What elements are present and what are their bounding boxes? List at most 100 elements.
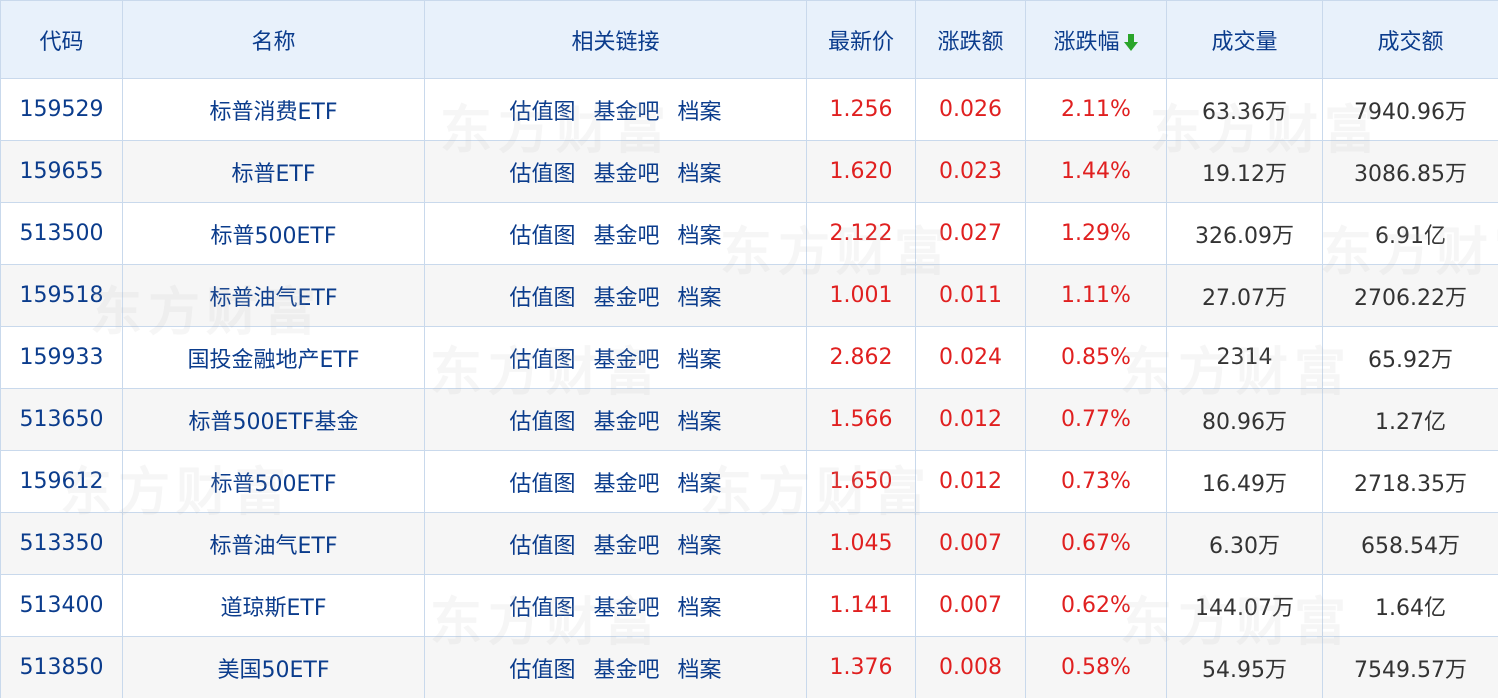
change-percent: 0.67% xyxy=(1025,512,1167,575)
trade-volume: 27.07万 xyxy=(1166,264,1323,327)
price-change: 0.008 xyxy=(915,636,1026,698)
fund-code-link[interactable]: 513350 xyxy=(0,512,123,575)
fund-code-link[interactable]: 513850 xyxy=(0,636,123,698)
fund-profile-link[interactable]: 档案 xyxy=(678,280,722,312)
fund-code-link[interactable]: 159612 xyxy=(0,450,123,513)
related-links: 估值图 基金吧 档案 xyxy=(424,636,807,698)
header-pct[interactable]: 涨跌幅 xyxy=(1025,0,1167,79)
valuation-chart-link[interactable]: 估值图 xyxy=(509,156,575,188)
change-percent: 0.62% xyxy=(1025,574,1167,637)
fund-forum-link[interactable]: 基金吧 xyxy=(593,528,659,560)
valuation-chart-link[interactable]: 估值图 xyxy=(509,466,575,498)
fund-profile-link[interactable]: 档案 xyxy=(678,652,722,684)
trade-amount: 658.54万 xyxy=(1322,512,1498,575)
price-change: 0.027 xyxy=(915,202,1026,265)
valuation-chart-link[interactable]: 估值图 xyxy=(509,342,575,374)
price-change: 0.007 xyxy=(915,512,1026,575)
header-volume[interactable]: 成交量 xyxy=(1166,0,1323,79)
table-row[interactable]: 513400 道琼斯ETF 估值图 基金吧 档案 1.141 0.007 0.62% 144.0… xyxy=(0,574,1498,637)
header-name[interactable]: 名称 xyxy=(122,0,425,79)
valuation-chart-link[interactable]: 估值图 xyxy=(509,590,575,622)
arrow-down-icon xyxy=(1123,33,1138,51)
fund-profile-link[interactable]: 档案 xyxy=(678,94,722,126)
related-links: 估值图 基金吧 档案 xyxy=(424,512,807,575)
fund-forum-link[interactable]: 基金吧 xyxy=(593,218,659,250)
table-row[interactable]: 159655 标普ETF 估值图 基金吧 档案 1.620 0.023 1.44% 19.12万… xyxy=(0,140,1498,203)
fund-forum-link[interactable]: 基金吧 xyxy=(593,590,659,622)
related-links: 估值图 基金吧 档案 xyxy=(424,140,807,203)
trade-amount: 7940.96万 xyxy=(1322,78,1498,141)
fund-profile-link[interactable]: 档案 xyxy=(678,342,722,374)
fund-forum-link[interactable]: 基金吧 xyxy=(593,156,659,188)
related-links: 估值图 基金吧 档案 xyxy=(424,388,807,451)
valuation-chart-link[interactable]: 估值图 xyxy=(509,652,575,684)
table-body: 159529 标普消费ETF 估值图 基金吧 档案 1.256 0.026 2.11% 63.3… xyxy=(0,78,1498,698)
valuation-chart-link[interactable]: 估值图 xyxy=(509,528,575,560)
table-row[interactable]: 159933 国投金融地产ETF 估值图 基金吧 档案 2.862 0.024 0.85% 23… xyxy=(0,326,1498,389)
fund-forum-link[interactable]: 基金吧 xyxy=(593,652,659,684)
trade-amount: 2718.35万 xyxy=(1322,450,1498,513)
fund-forum-link[interactable]: 基金吧 xyxy=(593,280,659,312)
related-links: 估值图 基金吧 档案 xyxy=(424,202,807,265)
fund-code-link[interactable]: 513500 xyxy=(0,202,123,265)
latest-price: 2.122 xyxy=(806,202,916,265)
table-row[interactable]: 513500 标普500ETF 估值图 基金吧 档案 2.122 0.027 1.29% 326… xyxy=(0,202,1498,265)
fund-profile-link[interactable]: 档案 xyxy=(678,466,722,498)
fund-code-link[interactable]: 513400 xyxy=(0,574,123,637)
fund-name-link[interactable]: 标普油气ETF xyxy=(122,264,425,327)
latest-price: 1.141 xyxy=(806,574,916,637)
latest-price: 1.256 xyxy=(806,78,916,141)
fund-code-link[interactable]: 159655 xyxy=(0,140,123,203)
latest-price: 1.620 xyxy=(806,140,916,203)
header-price[interactable]: 最新价 xyxy=(806,0,916,79)
change-percent: 0.58% xyxy=(1025,636,1167,698)
table-row[interactable]: 513350 标普油气ETF 估值图 基金吧 档案 1.045 0.007 0.67% 6.30… xyxy=(0,512,1498,575)
valuation-chart-link[interactable]: 估值图 xyxy=(509,280,575,312)
related-links: 估值图 基金吧 档案 xyxy=(424,264,807,327)
header-change[interactable]: 涨跌额 xyxy=(915,0,1026,79)
table-row[interactable]: 159518 标普油气ETF 估值图 基金吧 档案 1.001 0.011 1.11% 27.0… xyxy=(0,264,1498,327)
fund-name-link[interactable]: 标普500ETF xyxy=(122,450,425,513)
fund-name-link[interactable]: 标普500ETF基金 xyxy=(122,388,425,451)
fund-profile-link[interactable]: 档案 xyxy=(678,404,722,436)
related-links: 估值图 基金吧 档案 xyxy=(424,326,807,389)
related-links: 估值图 基金吧 档案 xyxy=(424,574,807,637)
header-links: 相关链接 xyxy=(424,0,807,79)
fund-code-link[interactable]: 513650 xyxy=(0,388,123,451)
fund-name-link[interactable]: 标普油气ETF xyxy=(122,512,425,575)
table-row[interactable]: 159612 标普500ETF 估值图 基金吧 档案 1.650 0.012 0.73% 16.… xyxy=(0,450,1498,513)
fund-name-link[interactable]: 美国50ETF xyxy=(122,636,425,698)
fund-code-link[interactable]: 159529 xyxy=(0,78,123,141)
fund-name-link[interactable]: 标普500ETF xyxy=(122,202,425,265)
valuation-chart-link[interactable]: 估值图 xyxy=(509,404,575,436)
fund-forum-link[interactable]: 基金吧 xyxy=(593,466,659,498)
price-change: 0.026 xyxy=(915,78,1026,141)
header-code[interactable]: 代码 xyxy=(0,0,123,79)
trade-volume: 63.36万 xyxy=(1166,78,1323,141)
fund-code-link[interactable]: 159518 xyxy=(0,264,123,327)
fund-profile-link[interactable]: 档案 xyxy=(678,590,722,622)
valuation-chart-link[interactable]: 估值图 xyxy=(509,94,575,126)
table-row[interactable]: 513850 美国50ETF 估值图 基金吧 档案 1.376 0.008 0.58% 54.9… xyxy=(0,636,1498,698)
trade-volume: 326.09万 xyxy=(1166,202,1323,265)
table-row[interactable]: 159529 标普消费ETF 估值图 基金吧 档案 1.256 0.026 2.11% 63.3… xyxy=(0,78,1498,141)
table-row[interactable]: 513650 标普500ETF基金 估值图 基金吧 档案 1.566 0.012 0.77% 8… xyxy=(0,388,1498,451)
latest-price: 2.862 xyxy=(806,326,916,389)
fund-forum-link[interactable]: 基金吧 xyxy=(593,342,659,374)
fund-name-link[interactable]: 标普消费ETF xyxy=(122,78,425,141)
fund-forum-link[interactable]: 基金吧 xyxy=(593,404,659,436)
valuation-chart-link[interactable]: 估值图 xyxy=(509,218,575,250)
change-percent: 0.77% xyxy=(1025,388,1167,451)
fund-profile-link[interactable]: 档案 xyxy=(678,156,722,188)
fund-name-link[interactable]: 道琼斯ETF xyxy=(122,574,425,637)
price-change: 0.007 xyxy=(915,574,1026,637)
fund-profile-link[interactable]: 档案 xyxy=(678,218,722,250)
fund-name-link[interactable]: 标普ETF xyxy=(122,140,425,203)
trade-amount: 1.64亿 xyxy=(1322,574,1498,637)
fund-code-link[interactable]: 159933 xyxy=(0,326,123,389)
fund-name-link[interactable]: 国投金融地产ETF xyxy=(122,326,425,389)
latest-price: 1.045 xyxy=(806,512,916,575)
fund-forum-link[interactable]: 基金吧 xyxy=(593,94,659,126)
header-amount[interactable]: 成交额 xyxy=(1322,0,1498,79)
fund-profile-link[interactable]: 档案 xyxy=(678,528,722,560)
